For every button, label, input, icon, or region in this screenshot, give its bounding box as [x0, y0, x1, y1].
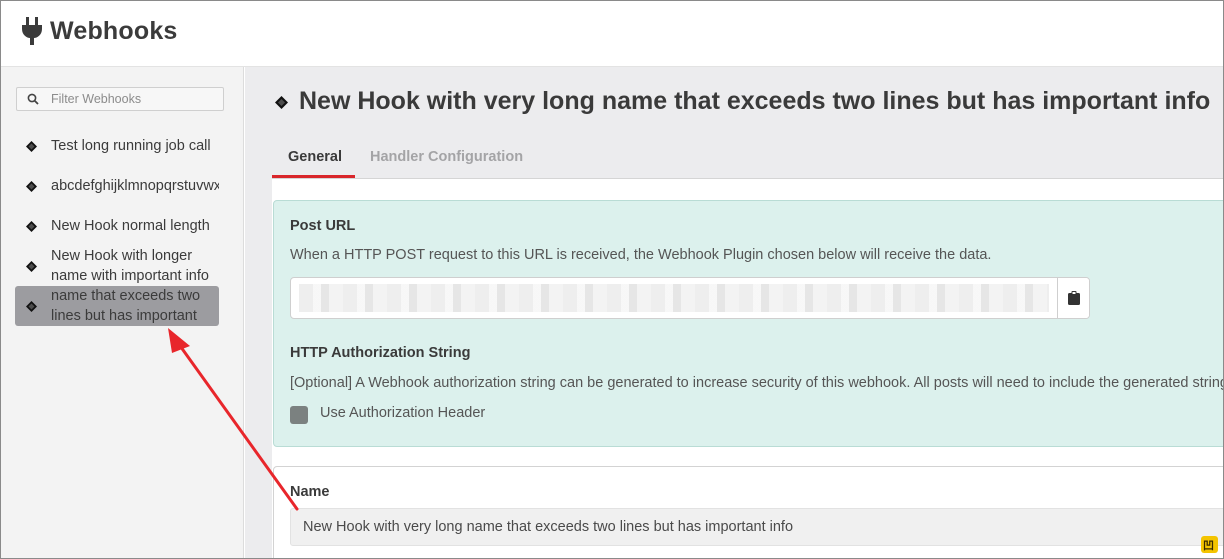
sidebar-item-label: New Hook with longer name with important…: [51, 248, 209, 284]
tab-content: Post URL When a HTTP POST request to thi…: [272, 178, 1224, 558]
filter-webhooks-input[interactable]: [51, 90, 219, 108]
name-label: Name: [290, 484, 330, 500]
search-icon: [27, 93, 39, 105]
use-authorization-header-label[interactable]: Use Authorization Header: [320, 405, 485, 421]
auth-string-description: [Optional] A Webhook authorization strin…: [290, 375, 1224, 391]
name-card: Name: [273, 466, 1223, 558]
diamond-icon: [26, 301, 37, 312]
sidebar-item-abcdef[interactable]: abcdefghijklmnopqrstuvwxyz: [15, 176, 219, 196]
sidebar-item-label: name that exceeds two lines but has impo…: [51, 288, 201, 324]
app-window: Webhooks Test long running job call abcd…: [0, 0, 1224, 559]
name-input[interactable]: [290, 508, 1223, 546]
sidebar-item-label: abcdefghijklmnopqrstuvwxyz: [51, 178, 219, 194]
diamond-icon: [26, 261, 37, 272]
diamond-icon: [26, 141, 37, 152]
auth-string-label: HTTP Authorization String: [290, 345, 471, 361]
sidebar-item-label: New Hook normal length: [51, 218, 210, 234]
diamond-icon: [275, 96, 288, 109]
sidebar-item-selected[interactable]: name that exceeds two lines but has impo…: [15, 286, 219, 326]
sidebar-item-label: Test long running job call: [51, 138, 211, 154]
post-url-label: Post URL: [290, 218, 356, 234]
post-url-field[interactable]: [290, 277, 1090, 319]
tab-handler-configuration[interactable]: Handler Configuration: [370, 149, 523, 165]
diamond-icon: [26, 221, 37, 232]
plug-icon: [22, 17, 42, 45]
sidebar-item-new-hook-longer[interactable]: New Hook with longer name with important…: [15, 246, 219, 286]
sidebar-item-new-hook-normal[interactable]: New Hook normal length: [15, 216, 219, 236]
clipboard-icon: [1068, 291, 1080, 305]
filter-box: [16, 87, 224, 111]
sidebar-item-test-long-running[interactable]: Test long running job call: [15, 136, 219, 156]
redacted-url: [299, 284, 1049, 312]
sidebar: Test long running job call abcdefghijklm…: [1, 67, 244, 558]
copy-url-button[interactable]: [1057, 278, 1089, 318]
main-panel: New Hook with very long name that exceed…: [245, 67, 1224, 558]
diamond-icon: [26, 181, 37, 192]
app-header: Webhooks: [1, 1, 1223, 67]
use-authorization-header-checkbox[interactable]: [290, 406, 308, 424]
post-url-description: When a HTTP POST request to this URL is …: [290, 247, 992, 263]
page-title: New Hook with very long name that exceed…: [299, 87, 1211, 115]
extension-badge-icon[interactable]: 凹: [1201, 536, 1218, 553]
post-url-card: Post URL When a HTTP POST request to thi…: [273, 200, 1224, 447]
app-title: Webhooks: [50, 17, 178, 45]
tab-general[interactable]: General: [288, 149, 342, 165]
